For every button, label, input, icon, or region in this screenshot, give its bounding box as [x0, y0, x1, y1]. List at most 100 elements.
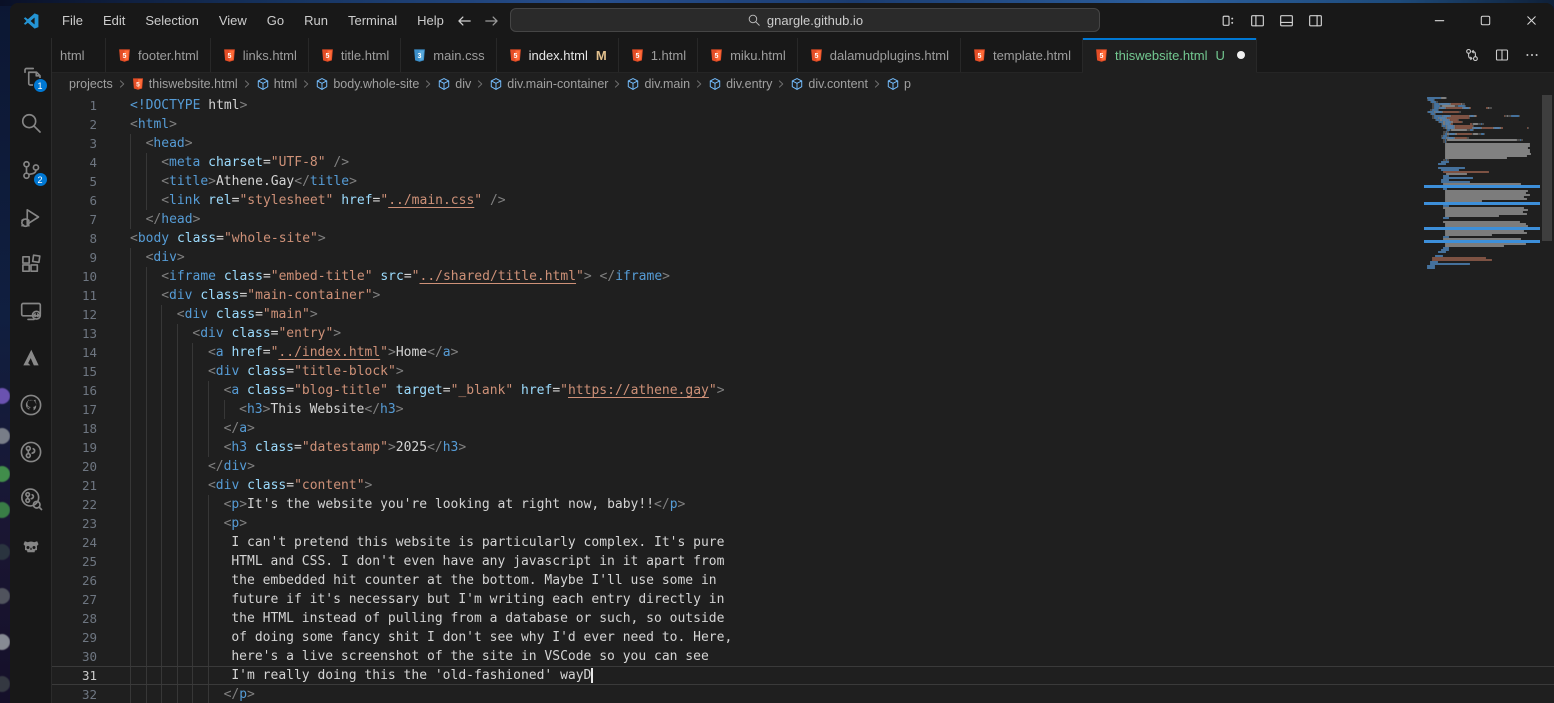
- menu-help[interactable]: Help: [409, 10, 452, 31]
- code-line-7[interactable]: 7</head>: [52, 210, 1554, 229]
- breadcrumb-label: div.main-container: [507, 77, 608, 91]
- toggle-panel-icon[interactable]: [1278, 12, 1295, 29]
- forward-arrow-icon[interactable]: [483, 12, 501, 30]
- code-line-14[interactable]: 14<a href="../index.html">Home</a>: [52, 343, 1554, 362]
- code-line-28[interactable]: 28the HTML instead of pulling from a dat…: [52, 609, 1554, 628]
- code-line-20[interactable]: 20</div>: [52, 457, 1554, 476]
- css-file-icon: 3: [412, 48, 427, 63]
- code-line-8[interactable]: 8<body class="whole-site">: [52, 229, 1554, 248]
- tab-1.html[interactable]: 51.html: [619, 38, 698, 72]
- code-line-16[interactable]: 16<a class="blog-title" target="_blank" …: [52, 381, 1554, 400]
- code-line-21[interactable]: 21<div class="content">: [52, 476, 1554, 495]
- vertical-scrollbar[interactable]: [1542, 95, 1552, 241]
- breadcrumb-item[interactable]: p: [886, 77, 911, 91]
- code-line-17[interactable]: 17<h3>This Website</h3>: [52, 400, 1554, 419]
- activitybar-remote-explorer[interactable]: [10, 287, 52, 334]
- code-line-15[interactable]: 15<div class="title-block">: [52, 362, 1554, 381]
- tab-thiswebsite.html[interactable]: 5thiswebsite.htmlU: [1083, 38, 1257, 73]
- activitybar-gitlens[interactable]: [10, 428, 52, 475]
- line-number: 10: [52, 267, 97, 286]
- code-line-30[interactable]: 30here's a live screenshot of the site i…: [52, 647, 1554, 666]
- code-line-11[interactable]: 11<div class="main-container">: [52, 286, 1554, 305]
- activitybar-explorer[interactable]: 1: [10, 52, 52, 99]
- menu-view[interactable]: View: [211, 10, 255, 31]
- code-line-23[interactable]: 23<p>: [52, 514, 1554, 533]
- menu-file[interactable]: File: [54, 10, 91, 31]
- breadcrumb-item[interactable]: div.entry: [708, 77, 772, 91]
- back-arrow-icon[interactable]: [455, 12, 473, 30]
- activitybar-azure[interactable]: [10, 334, 52, 381]
- code-line-10[interactable]: 10<iframe class="embed-title" src="../sh…: [52, 267, 1554, 286]
- breadcrumb-item[interactable]: projects: [69, 77, 113, 91]
- code-line-18[interactable]: 18</a>: [52, 419, 1554, 438]
- code-editor[interactable]: 1<!DOCTYPE html>2<html>3<head>4<meta cha…: [52, 95, 1554, 703]
- minimize-button[interactable]: [1416, 3, 1462, 38]
- tab-template.html[interactable]: 5template.html: [961, 38, 1083, 72]
- code-line-1[interactable]: 1<!DOCTYPE html>: [52, 96, 1554, 115]
- command-center-search[interactable]: gnargle.github.io: [510, 8, 1100, 32]
- code-line-24[interactable]: 24I can't pretend this website is partic…: [52, 533, 1554, 552]
- tab-title.html[interactable]: 5title.html: [309, 38, 401, 72]
- code-line-27[interactable]: 27future if it's necessary but I'm writi…: [52, 590, 1554, 609]
- activitybar-run-debug[interactable]: [10, 193, 52, 240]
- activitybar-search[interactable]: [10, 99, 52, 146]
- toggle-primary-sidebar-icon[interactable]: [1249, 12, 1266, 29]
- code-line-6[interactable]: 6<link rel="stylesheet" href="../main.cs…: [52, 191, 1554, 210]
- code-line-32[interactable]: 32</p>: [52, 685, 1554, 703]
- code-lines[interactable]: 1<!DOCTYPE html>2<html>3<head>4<meta cha…: [52, 96, 1554, 703]
- code-line-5[interactable]: 5<title>Athene.Gay</title>: [52, 172, 1554, 191]
- code-line-25[interactable]: 25HTML and CSS. I don't even have any ja…: [52, 552, 1554, 571]
- tab-main.css[interactable]: 3main.css: [401, 38, 496, 72]
- menu-terminal[interactable]: Terminal: [340, 10, 405, 31]
- breadcrumb-item[interactable]: div.main: [626, 77, 690, 91]
- unsaved-dot-icon[interactable]: [1237, 51, 1245, 59]
- code-line-19[interactable]: 19<h3 class="datestamp">2025</h3>: [52, 438, 1554, 457]
- menu-selection[interactable]: Selection: [137, 10, 206, 31]
- svg-text:5: 5: [136, 81, 140, 88]
- code-line-12[interactable]: 12<div class="main">: [52, 305, 1554, 324]
- menu-run[interactable]: Run: [296, 10, 336, 31]
- code-line-22[interactable]: 22<p>It's the website you're looking at …: [52, 495, 1554, 514]
- split-editor-icon[interactable]: [1494, 47, 1510, 63]
- line-number: 18: [52, 419, 97, 438]
- code-line-9[interactable]: 9<div>: [52, 248, 1554, 267]
- menu-edit[interactable]: Edit: [95, 10, 133, 31]
- breadcrumb-item[interactable]: 5thiswebsite.html: [131, 77, 238, 91]
- close-button[interactable]: [1508, 3, 1554, 38]
- more-actions-icon[interactable]: [1524, 47, 1540, 63]
- code-line-2[interactable]: 2<html>: [52, 115, 1554, 134]
- tab-footer.html[interactable]: 5footer.html: [106, 38, 211, 72]
- code-line-29[interactable]: 29of doing some fancy shit I don't see w…: [52, 628, 1554, 647]
- activitybar-gitlens-inspect[interactable]: [10, 475, 52, 522]
- code-line-31[interactable]: 31I'm really doing this the 'old-fashion…: [52, 666, 1554, 685]
- code-line-3[interactable]: 3<head>: [52, 134, 1554, 153]
- search-icon: [747, 13, 761, 27]
- tab-links.html[interactable]: 5links.html: [211, 38, 309, 72]
- open-changes-icon[interactable]: [1464, 47, 1480, 63]
- breadcrumb-item[interactable]: div: [437, 77, 471, 91]
- menu-go[interactable]: Go: [259, 10, 292, 31]
- breadcrumb-label: div.entry: [726, 77, 772, 91]
- breadcrumb-item[interactable]: html: [256, 77, 298, 91]
- tab-dalamudplugins.html[interactable]: 5dalamudplugins.html: [798, 38, 961, 72]
- customize-layout-icon[interactable]: [1220, 12, 1237, 29]
- code-line-4[interactable]: 4<meta charset="UTF-8" />: [52, 153, 1554, 172]
- code-line-26[interactable]: 26the embedded hit counter at the bottom…: [52, 571, 1554, 590]
- symbol-cube-icon: [315, 77, 329, 91]
- breadcrumb-item[interactable]: div.main-container: [489, 77, 608, 91]
- minimap[interactable]: [1424, 97, 1540, 269]
- maximize-button[interactable]: [1462, 3, 1508, 38]
- activitybar-extensions[interactable]: [10, 240, 52, 287]
- svg-text:5: 5: [513, 52, 517, 59]
- activitybar-godot-tools[interactable]: [10, 522, 52, 569]
- breadcrumb-item[interactable]: body.whole-site: [315, 77, 419, 91]
- activitybar-source-control[interactable]: 2: [10, 146, 52, 193]
- code-line-13[interactable]: 13<div class="entry">: [52, 324, 1554, 343]
- toggle-secondary-sidebar-icon[interactable]: [1307, 12, 1324, 29]
- tab-miku.html[interactable]: 5miku.html: [698, 38, 798, 72]
- tab-index.html[interactable]: 5index.htmlM: [497, 38, 619, 72]
- activitybar-github[interactable]: [10, 381, 52, 428]
- svg-text:5: 5: [325, 52, 329, 59]
- tab-html[interactable]: html: [52, 38, 106, 72]
- breadcrumb-item[interactable]: div.content: [790, 77, 868, 91]
